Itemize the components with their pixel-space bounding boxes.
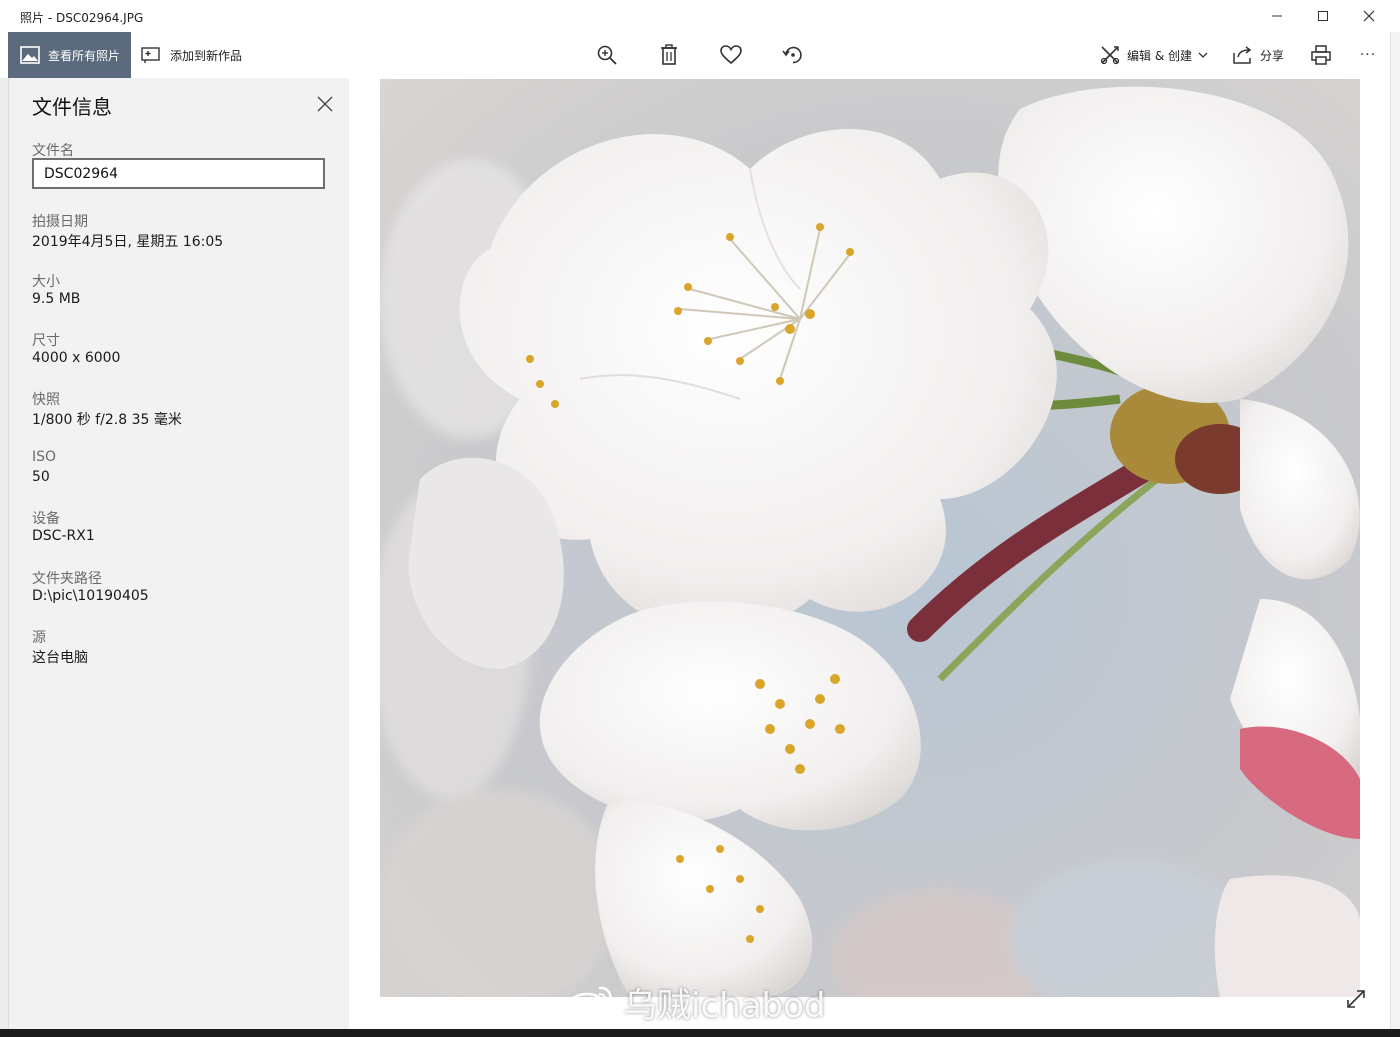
- chevron-down-icon: [1198, 52, 1208, 58]
- zoom-in-icon: [597, 45, 617, 65]
- minimize-button[interactable]: [1254, 0, 1300, 32]
- iso-label: ISO: [32, 449, 57, 465]
- view-all-photos-button[interactable]: 查看所有照片: [8, 32, 131, 78]
- photo-image[interactable]: [380, 79, 1360, 997]
- more-icon: ···: [1359, 47, 1377, 63]
- expand-icon: [1347, 990, 1365, 1008]
- date-taken-label: 拍摄日期: [32, 214, 88, 230]
- title-bar: 照片 - DSC02964.JPG: [0, 0, 1400, 33]
- window-title: 照片 - DSC02964.JPG: [20, 11, 144, 25]
- cherry-blossom-photo: [380, 79, 1360, 997]
- weibo-logo-icon: [566, 986, 612, 1022]
- device-label: 设备: [32, 511, 60, 527]
- watermark-text: 乌贼ichabod: [623, 985, 826, 1026]
- edit-tools-icon: [1100, 46, 1120, 65]
- view-all-photos-label: 查看所有照片: [48, 48, 121, 63]
- left-edge-strip: [0, 78, 9, 1037]
- maximize-icon: [1318, 11, 1328, 21]
- exposure-label: 快照: [32, 392, 60, 408]
- close-icon: [1363, 10, 1375, 22]
- file-info-panel: 文件信息 文件名 拍摄日期 2019年4月5日, 星期五 16:05 大小 9.…: [9, 78, 349, 1029]
- source-label: 源: [32, 630, 46, 646]
- panel-title: 文件信息: [32, 95, 112, 119]
- share-button[interactable]: 分享: [1232, 32, 1284, 78]
- device-value: DSC-RX1: [32, 528, 95, 544]
- fullscreen-button[interactable]: [1343, 986, 1369, 1012]
- exposure-value: 1/800 秒 f/2.8 35 毫米: [32, 412, 182, 428]
- edit-create-label: 编辑 & 创建: [1127, 48, 1192, 63]
- photo-gallery-icon: [20, 46, 40, 64]
- folder-path-label: 文件夹路径: [32, 571, 102, 587]
- right-scroll-edge[interactable]: [1390, 32, 1400, 1029]
- add-to-creation-label: 添加到新作品: [170, 48, 243, 63]
- minimize-icon: [1272, 15, 1282, 17]
- close-panel-button[interactable]: [314, 93, 336, 115]
- dimensions-label: 尺寸: [32, 333, 60, 349]
- delete-button[interactable]: [654, 40, 684, 70]
- dimensions-value: 4000 x 6000: [32, 350, 121, 366]
- add-to-album-icon: [141, 47, 160, 63]
- date-taken-value: 2019年4月5日, 星期五 16:05: [32, 234, 224, 250]
- file-name-input[interactable]: [32, 158, 325, 189]
- heart-icon: [720, 45, 742, 65]
- share-label: 分享: [1260, 48, 1285, 63]
- printer-icon: [1311, 45, 1331, 65]
- print-button[interactable]: [1306, 40, 1336, 70]
- source-value: 这台电脑: [32, 650, 88, 666]
- favorite-button[interactable]: [716, 40, 746, 70]
- edit-create-button[interactable]: 编辑 & 创建: [1099, 32, 1208, 78]
- share-icon: [1233, 46, 1252, 64]
- iso-value: 50: [32, 469, 50, 485]
- more-options-button[interactable]: ···: [1353, 40, 1383, 70]
- watermark: 乌贼ichabod: [565, 982, 826, 1026]
- taskbar: [0, 1029, 1400, 1037]
- add-to-creation-button[interactable]: 添加到新作品: [140, 32, 242, 78]
- zoom-button[interactable]: [592, 40, 622, 70]
- size-label: 大小: [32, 274, 60, 290]
- trash-icon: [661, 44, 677, 65]
- size-value: 9.5 MB: [32, 291, 81, 307]
- rotate-button[interactable]: [778, 40, 808, 70]
- toolbar: 查看所有照片 添加到新作品 编辑 & 创建 分享 ···: [0, 32, 1400, 78]
- maximize-button[interactable]: [1300, 0, 1346, 32]
- file-name-label: 文件名: [32, 143, 74, 159]
- close-window-button[interactable]: [1346, 0, 1392, 32]
- close-icon: [317, 96, 333, 112]
- folder-path-value: D:\pic\10190405: [32, 588, 149, 604]
- rotate-icon: [782, 46, 802, 64]
